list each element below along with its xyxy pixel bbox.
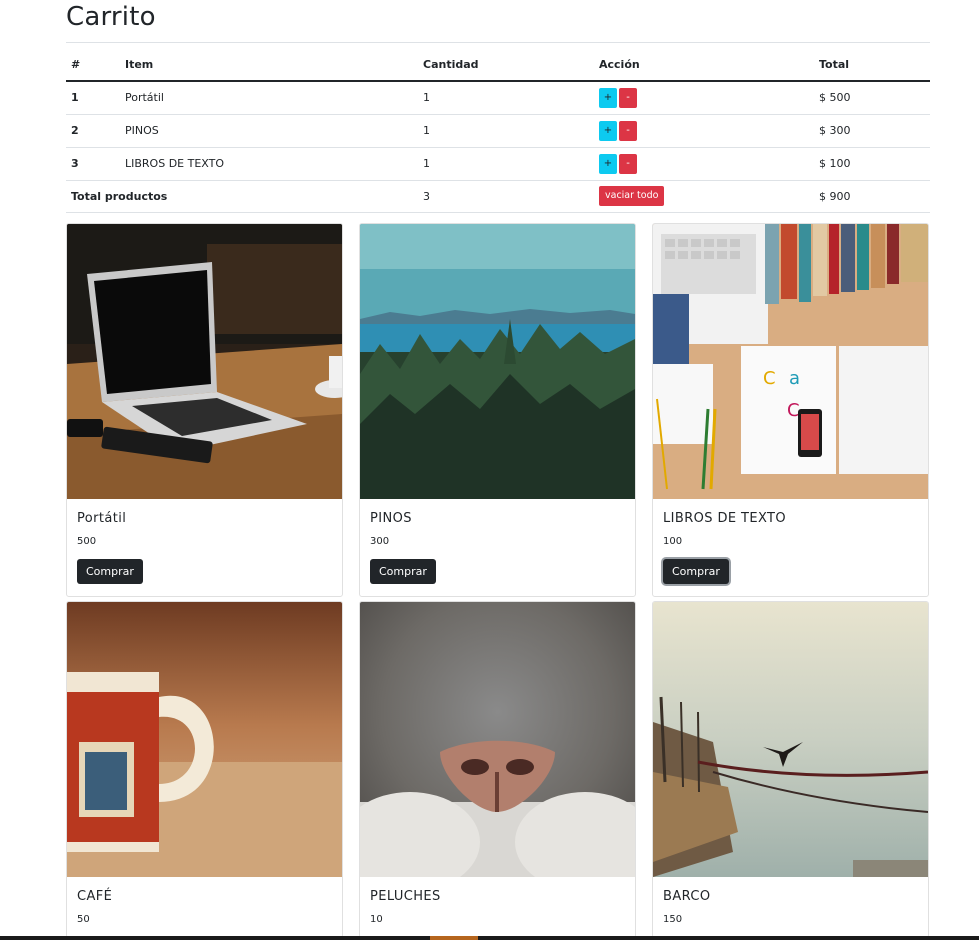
cart-header-row: # Item Cantidad Acción Total — [66, 49, 930, 82]
increase-button[interactable]: + — [599, 153, 617, 174]
row-total: $ 500 — [814, 81, 930, 115]
product-price: 150 — [663, 914, 683, 925]
total-amount: $ 900 — [814, 179, 930, 213]
decrease-button[interactable]: - — [619, 87, 637, 108]
svg-text:C: C — [787, 400, 800, 421]
buy-button[interactable]: Comprar — [663, 559, 729, 584]
product-title: PINOS — [370, 511, 412, 526]
product-title: CAFÉ — [77, 889, 113, 904]
buy-button[interactable]: Comprar — [370, 559, 436, 584]
decrease-button[interactable]: - — [619, 120, 637, 141]
buy-button[interactable]: Comprar — [77, 559, 143, 584]
bottom-bar — [0, 936, 979, 940]
svg-text:C: C — [763, 368, 776, 389]
increase-button[interactable]: + — [599, 120, 617, 141]
product-title: PELUCHES — [370, 889, 441, 904]
header-total: Total — [814, 49, 930, 82]
product-card: CAFÉ 50 — [66, 601, 343, 938]
product-title: LIBROS DE TEXTO — [663, 511, 787, 526]
product-title: Portátil — [77, 511, 127, 526]
row-num: 1 — [66, 81, 120, 115]
total-actions: vaciar todo — [594, 179, 814, 213]
table-row: 3 LIBROS DE TEXTO 1 + - $ 100 — [66, 147, 930, 181]
product-price: 500 — [77, 536, 97, 547]
header-item: Item — [120, 49, 418, 82]
row-qty: 1 — [418, 81, 594, 115]
cart-total-row: Total productos 3 vaciar todo $ 900 — [66, 179, 930, 213]
row-actions: + - — [594, 81, 814, 115]
product-price: 100 — [663, 536, 683, 547]
product-card: C a C LIBROS DE TEXTO 100 Comprar — [652, 223, 929, 597]
product-image-laptop — [67, 224, 342, 499]
total-qty: 3 — [418, 179, 594, 213]
title-divider — [66, 42, 930, 43]
header-num: # — [66, 49, 120, 82]
increase-button[interactable]: + — [599, 87, 617, 108]
row-num: 2 — [66, 114, 120, 148]
svg-text:a: a — [789, 368, 800, 389]
product-image-coffee — [67, 602, 342, 877]
row-actions: + - — [594, 114, 814, 148]
row-total: $ 300 — [814, 114, 930, 148]
product-card: PELUCHES 10 — [359, 601, 636, 938]
row-item: LIBROS DE TEXTO — [120, 147, 418, 181]
row-qty: 1 — [418, 114, 594, 148]
total-label: Total productos — [66, 179, 418, 213]
table-row: 1 Portátil 1 + - $ 500 — [66, 81, 930, 115]
cart-table: # Item Cantidad Acción Total 1 Portátil … — [66, 49, 930, 213]
empty-cart-button[interactable]: vaciar todo — [599, 186, 665, 206]
product-price: 300 — [370, 536, 390, 547]
row-total: $ 100 — [814, 147, 930, 181]
row-item: Portátil — [120, 81, 418, 115]
row-num: 3 — [66, 147, 120, 181]
decrease-button[interactable]: - — [619, 153, 637, 174]
page-title: Carrito — [66, 2, 156, 32]
product-image-pines — [360, 224, 635, 499]
product-image-books: C a C — [653, 224, 928, 499]
product-price: 50 — [77, 914, 90, 925]
product-price: 10 — [370, 914, 383, 925]
row-actions: + - — [594, 147, 814, 181]
table-row: 2 PINOS 1 + - $ 300 — [66, 114, 930, 148]
product-image-boat — [653, 602, 928, 877]
product-card: BARCO 150 — [652, 601, 929, 938]
header-action: Acción — [594, 49, 814, 82]
bottom-bar-highlight — [430, 936, 478, 940]
product-title: BARCO — [663, 889, 711, 904]
row-item: PINOS — [120, 114, 418, 148]
header-qty: Cantidad — [418, 49, 594, 82]
row-qty: 1 — [418, 147, 594, 181]
product-card: PINOS 300 Comprar — [359, 223, 636, 597]
product-image-plush — [360, 602, 635, 877]
product-card: Portátil 500 Comprar — [66, 223, 343, 597]
